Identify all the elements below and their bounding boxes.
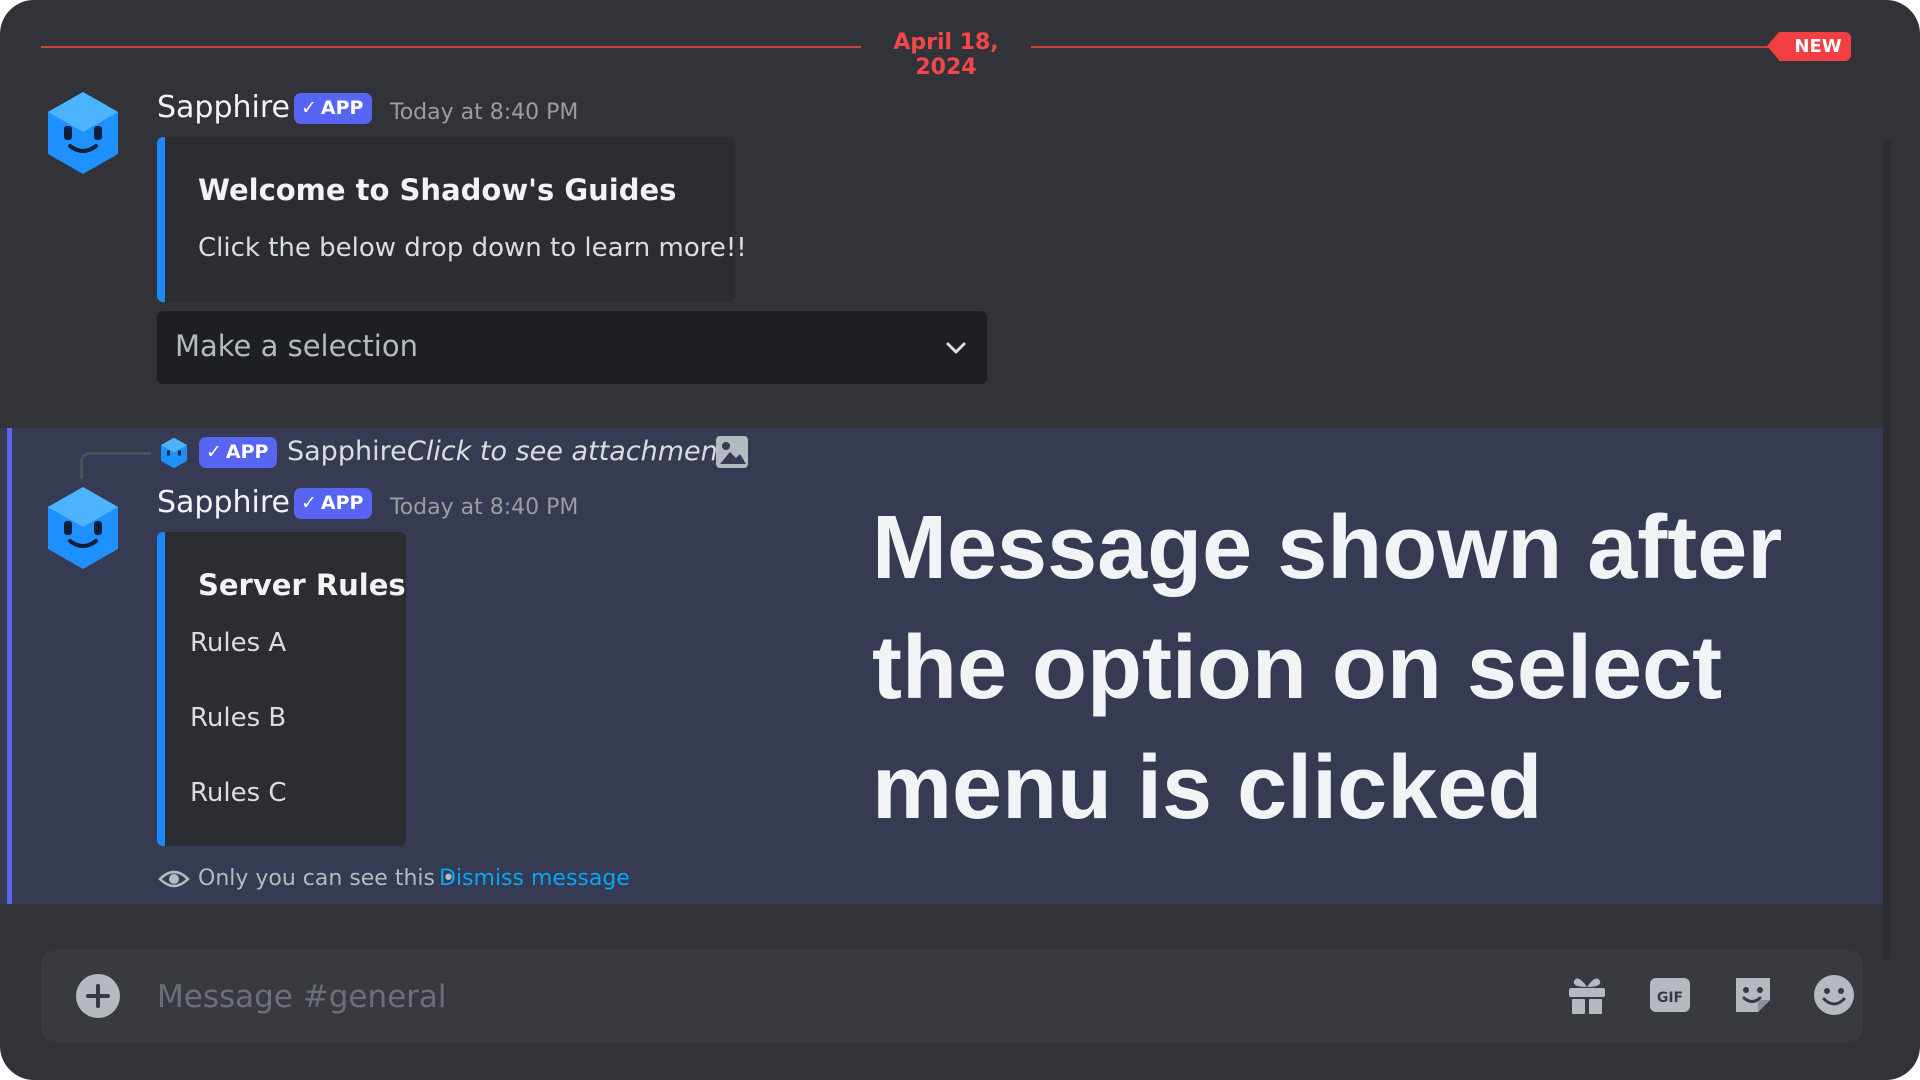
check-icon: ✓ [206,441,222,463]
reply-connector [80,452,151,479]
rule-item: Rules A [190,628,287,658]
scrollbar[interactable] [1883,140,1891,960]
gif-icon[interactable]: GIF [1647,972,1693,1018]
chat-window: April 18, 2024 NEW Sapphire ✓ APP Today a… [0,0,1920,1080]
check-icon: ✓ [301,492,317,514]
embed-title: Welcome to Shadow's Guides [198,173,677,207]
message-input[interactable] [155,968,1459,1026]
embed-description: Click the below drop down to learn more!… [198,233,747,263]
chevron-down-icon [946,342,966,354]
reply-avatar[interactable] [158,437,190,469]
overlay-caption: Message shown after the option on select… [872,498,1783,838]
plus-circle-icon[interactable] [74,972,122,1020]
rule-item: Rules B [190,703,287,733]
message-composer: GIF [41,950,1863,1042]
ephemeral-notice: Only you can see this • [198,866,455,891]
image-icon [716,436,748,468]
sticker-icon[interactable] [1730,972,1776,1018]
app-tag-label: APP [320,97,364,119]
bot-avatar[interactable] [44,485,122,571]
app-tag: ✓ APP [294,93,373,124]
message-timestamp: Today at 8:40 PM [390,495,579,520]
gift-icon[interactable] [1564,972,1610,1018]
svg-text:GIF: GIF [1657,990,1683,1006]
reply-preview[interactable]: Click to see attachment [407,436,728,467]
check-icon: ✓ [301,97,317,119]
new-messages-badge[interactable]: NEW [1767,32,1851,61]
app-tag-label: APP [320,492,364,514]
message-author[interactable]: Sapphire [157,485,290,520]
app-tag: ✓ APP [294,488,373,519]
dismiss-message-link[interactable]: Dismiss message [439,866,630,891]
emoji-icon[interactable] [1811,972,1857,1018]
ephemeral-message-bar [7,428,12,904]
welcome-embed: Welcome to Shadow's Guides Click the bel… [157,137,747,302]
message-author[interactable]: Sapphire [157,90,290,125]
select-menu[interactable]: Make a selection [157,311,987,384]
bot-avatar[interactable] [44,90,122,176]
reply-author[interactable]: Sapphire [287,436,407,467]
app-tag-label: APP [225,441,269,463]
date-divider-line [1031,46,1783,48]
date-divider-line [41,46,861,48]
reply-app-tag: ✓ APP [199,437,278,468]
select-menu-placeholder: Make a selection [175,329,418,363]
date-divider-label: April 18, 2024 [893,30,999,80]
message-timestamp: Today at 8:40 PM [390,100,579,125]
eye-icon [158,870,190,888]
rule-item: Rules C [190,778,287,808]
embed-title: Server Rules [198,568,406,602]
